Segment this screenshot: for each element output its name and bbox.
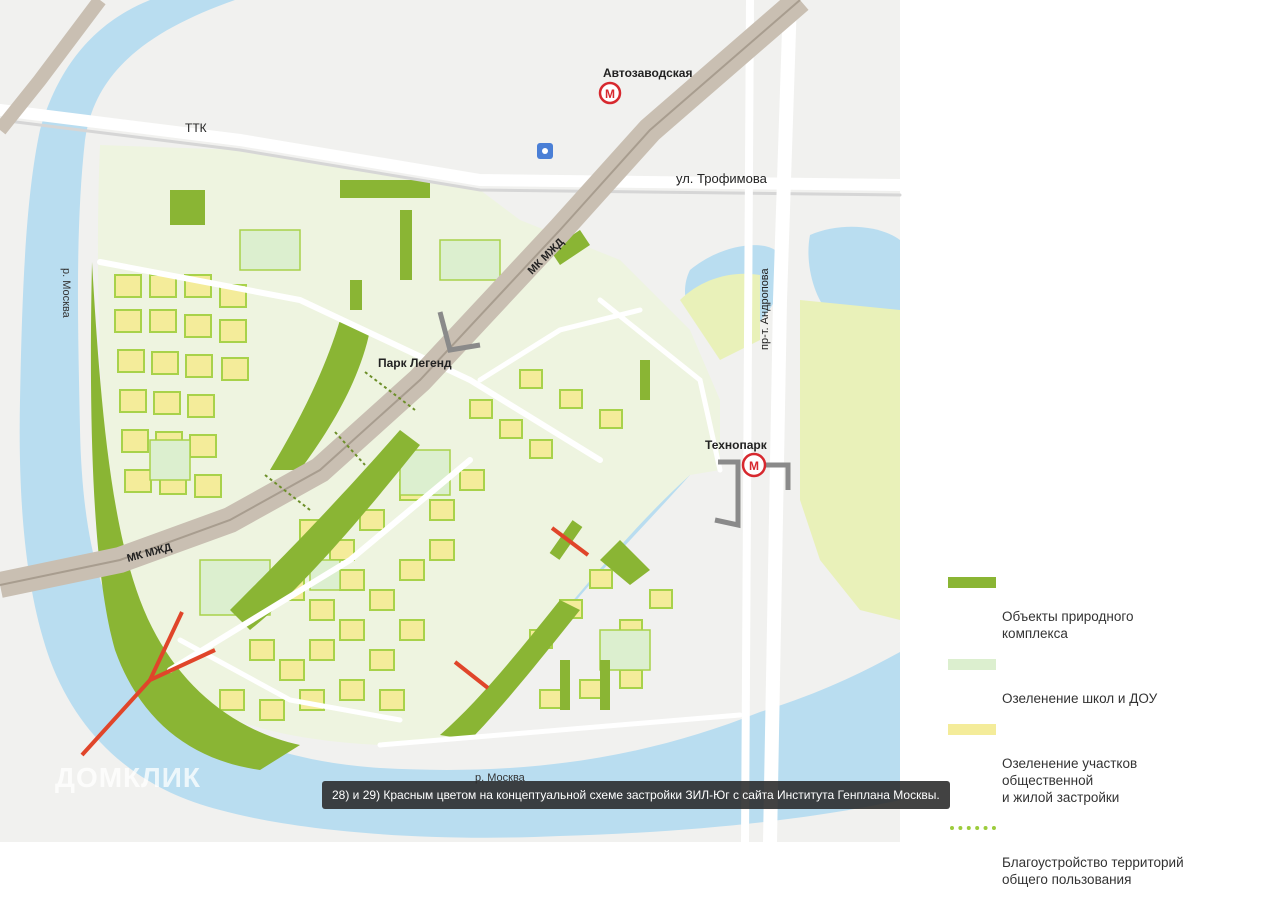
legend-label-public: Благоустройство территорий общего пользо… <box>1002 855 1184 887</box>
legend-label-residential: Озеленение участков общественной и жилой… <box>1002 756 1138 805</box>
place-marker-icon[interactable] <box>537 143 553 159</box>
metro-avtozavodskaya-icon[interactable]: М <box>598 81 622 105</box>
legend-swatch-nature <box>948 577 996 588</box>
label-avtozavodskaya: Автозаводская <box>603 66 692 80</box>
legend-swatch-schools <box>948 659 996 670</box>
label-park-legend: Парк Легенд <box>378 356 452 370</box>
image-caption: 28) и 29) Красным цветом на концептуальн… <box>322 781 950 809</box>
label-ttk: ТТК <box>185 121 207 135</box>
label-trofimova: ул. Трофимова <box>676 171 768 186</box>
legend-label-schools: Озеленение школ и ДОУ <box>1002 691 1158 706</box>
metro-tekhnopark-icon[interactable]: М <box>741 452 767 478</box>
legend-label-nature: Объекты природного комплекса <box>1002 609 1134 641</box>
map-legend: Объекты природного комплекса Озеленение … <box>948 574 1268 902</box>
legend-swatch-public <box>950 826 996 830</box>
svg-text:М: М <box>749 459 759 473</box>
legend-item-residential: Озеленение участков общественной и жилой… <box>948 721 1268 806</box>
svg-text:М: М <box>605 87 615 101</box>
label-river-left: р. Москва <box>60 268 72 319</box>
legend-item-schools: Озеленение школ и ДОУ <box>948 656 1268 707</box>
label-andropova: пр-т. Андропова <box>759 267 771 350</box>
legend-item-public: Благоустройство территорий общего пользо… <box>948 820 1268 888</box>
watermark-logo: ДОМКЛИК <box>55 762 202 793</box>
legend-item-nature: Объекты природного комплекса <box>948 574 1268 642</box>
legend-swatch-residential <box>948 724 996 735</box>
label-tekhnopark: Технопарк <box>705 438 768 452</box>
